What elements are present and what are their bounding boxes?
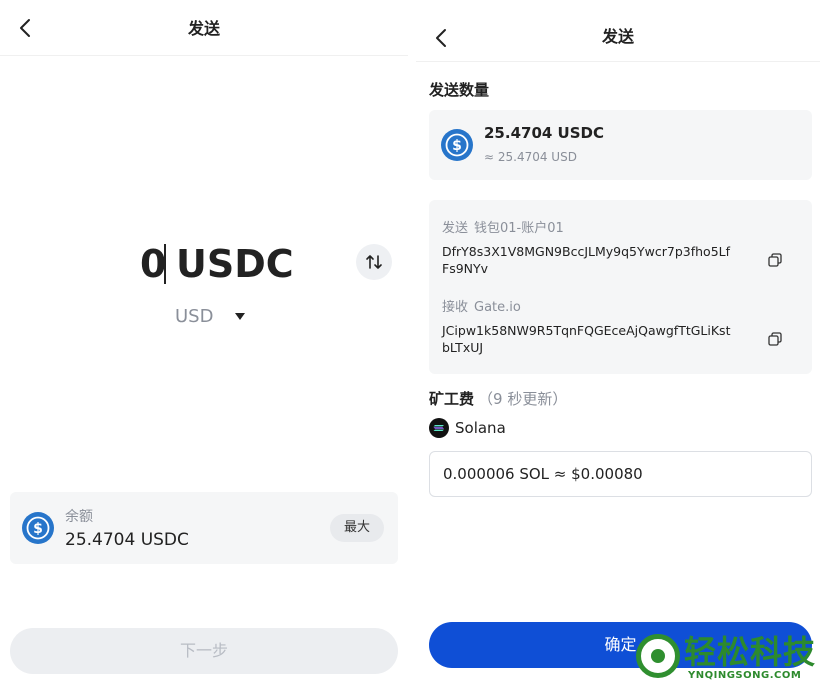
next-button[interactable]: 下一步: [10, 628, 398, 674]
balance-card: $ 余额 25.4704 USDC 最大: [10, 492, 398, 564]
fee-value-field[interactable]: 0.000006 SOL ≈ $0.00080: [429, 451, 812, 497]
to-wallet-name: Gate.io: [474, 300, 521, 315]
amount-value[interactable]: 0: [140, 236, 166, 292]
send-amount-value: 25.4704 USDC: [484, 124, 604, 142]
header: 发送: [416, 0, 820, 62]
svg-text:$: $: [452, 138, 462, 154]
header: 发送: [0, 0, 408, 56]
page-title: 发送: [187, 19, 220, 38]
copy-icon[interactable]: [767, 252, 783, 268]
network-name: Solana: [455, 419, 506, 437]
solana-icon: [429, 418, 449, 438]
balance-value: 25.4704 USDC: [65, 530, 189, 550]
send-confirm-screen: 发送 发送数量 $ 25.4704 USDC ≈ 25.4704 USD 发送钱…: [416, 0, 820, 684]
from-wallet-name: 钱包01-账户01: [474, 221, 564, 236]
from-label-text: 发送: [442, 221, 469, 236]
currency-label: USD: [175, 305, 214, 327]
from-address: DfrY8s3X1V8MGN9BccJLMy9q5Ywcr7p3fho5LfFs…: [442, 244, 731, 276]
watermark-subtext: YNQINGSONG.COM: [688, 670, 802, 681]
send-amount-screen: 发送 0 USDC USD $ 余额 25.4704 USDC 最大 下一步: [0, 0, 408, 684]
text-caret: [164, 244, 166, 284]
send-amount-fiat: ≈ 25.4704 USD: [484, 150, 577, 164]
watermark: 轻松科技 YNQINGSONG.COM: [636, 630, 820, 684]
svg-text:$: $: [33, 521, 43, 537]
amount-unit: USDC: [176, 242, 294, 286]
send-amount-card: $ 25.4704 USDC ≈ 25.4704 USD: [429, 110, 812, 180]
from-label: 发送 钱包01-账户01: [442, 217, 564, 236]
currency-selector[interactable]: USD: [175, 304, 246, 328]
watermark-logo-icon: [636, 634, 680, 678]
send-amount-title: 发送数量: [429, 81, 490, 99]
balance-label: 余额: [65, 509, 93, 525]
to-label: 接收 Gate.io: [442, 296, 521, 315]
usdc-icon: $: [441, 129, 473, 161]
panel-divider: [408, 0, 416, 684]
to-label-text: 接收: [442, 300, 469, 315]
fee-title: 矿工费 （9 秒更新）: [429, 388, 567, 409]
network-row: Solana: [429, 418, 506, 438]
copy-icon[interactable]: [767, 331, 783, 347]
max-button[interactable]: 最大: [330, 514, 384, 542]
fee-refresh-hint: （9 秒更新）: [478, 390, 568, 408]
amount-input[interactable]: 0 USDC: [0, 236, 408, 292]
dropdown-icon: [235, 312, 246, 320]
address-card: 发送 钱包01-账户01 DfrY8s3X1V8MGN9BccJLMy9q5Ywc…: [429, 200, 812, 374]
page-title: 发送: [601, 27, 634, 46]
watermark-text: 轻松科技: [684, 633, 817, 671]
usdc-icon: $: [22, 512, 54, 544]
fee-title-text: 矿工费: [429, 390, 475, 408]
to-address: JCipw1k58NW9R5TqnFQGEceAjQawgfTtGLiKstbL…: [442, 323, 731, 355]
swap-currency-button[interactable]: [356, 244, 392, 280]
swap-icon: [366, 255, 382, 269]
